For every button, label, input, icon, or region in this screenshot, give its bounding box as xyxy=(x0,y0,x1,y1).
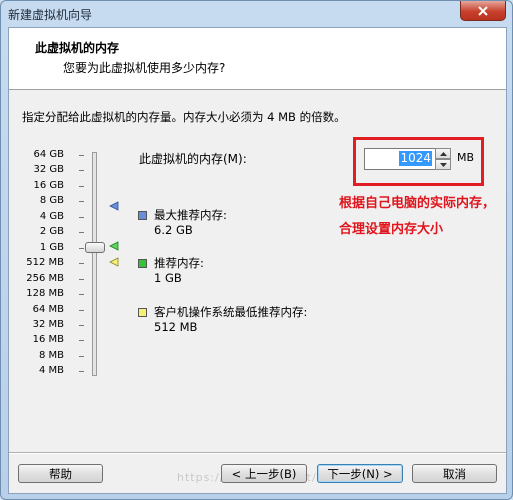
scale-label: 512 MB xyxy=(26,257,64,269)
recommended-legend-icon xyxy=(138,259,147,268)
scale-tick xyxy=(79,340,84,342)
scale-tick xyxy=(79,201,84,203)
close-button[interactable] xyxy=(460,1,506,21)
scale-label: 256 MB xyxy=(26,272,64,284)
window-title: 新建虚拟机向导 xyxy=(8,8,93,22)
max-recommended-marker-icon xyxy=(109,201,119,211)
scale-label: 8 MB xyxy=(38,349,64,361)
memory-slider-track[interactable] xyxy=(92,152,97,376)
minimum-recommended-value: 512 MB xyxy=(154,320,198,334)
memory-slider-thumb[interactable] xyxy=(85,242,105,253)
scale-tick xyxy=(79,355,84,357)
recommended-marker-icon xyxy=(109,241,119,251)
help-button[interactable]: 帮助 xyxy=(18,464,103,483)
scale-label: 4 GB xyxy=(39,210,64,222)
scale-label: 64 GB xyxy=(33,149,64,160)
scale-tick xyxy=(79,155,84,156)
scale-label: 2 GB xyxy=(39,226,64,238)
scale-label: 32 GB xyxy=(33,164,64,176)
wizard-header: 此虚拟机的内存 您要为此虚拟机使用多少内存? xyxy=(9,28,506,90)
minimum-recommended-legend-icon xyxy=(138,308,147,317)
wizard-client-area: 此虚拟机的内存 您要为此虚拟机使用多少内存? 指定分配给此虚拟机的内存量。内存大… xyxy=(8,27,507,494)
annotation-text: 根据自己电脑的实际内存，合理设置内存大小 xyxy=(339,196,496,237)
scale-tick xyxy=(79,371,84,373)
minimum-recommended-marker-icon xyxy=(109,257,119,267)
scale-tick xyxy=(79,278,84,280)
next-button[interactable]: 下一步(N) > xyxy=(317,464,403,483)
scale-tick xyxy=(79,216,84,218)
description-text: 指定分配给此虚拟机的内存量。内存大小必须为 4 MB 的倍数。 xyxy=(22,110,346,124)
scale-tick xyxy=(79,324,84,326)
scale-label: 1 GB xyxy=(39,241,64,253)
scale-label: 4 MB xyxy=(38,365,64,377)
scale-label: 16 MB xyxy=(32,334,64,346)
close-icon xyxy=(478,5,488,16)
cancel-button[interactable]: 取消 xyxy=(412,464,497,483)
scale-tick xyxy=(79,170,84,172)
scale-tick xyxy=(79,185,84,187)
page-subtitle: 您要为此虚拟机使用多少内存? xyxy=(63,61,226,75)
minimum-recommended-label: 客户机操作系统最低推荐内存: xyxy=(154,305,308,319)
scale-label: 64 MB xyxy=(32,303,64,315)
scale-tick xyxy=(79,294,84,296)
memory-field-label: 此虚拟机的内存(M): xyxy=(139,152,247,166)
max-recommended-value: 6.2 GB xyxy=(154,223,193,237)
max-recommended-label: 最大推荐内存: xyxy=(154,208,227,222)
back-button[interactable]: < 上一步(B) xyxy=(221,464,307,483)
scale-tick xyxy=(79,232,84,234)
recommended-label: 推荐内存: xyxy=(154,256,204,270)
scale-tick xyxy=(79,247,84,249)
wizard-window: 新建虚拟机向导 此虚拟机的内存 您要为此虚拟机使用多少内存? 指定分配给此虚拟机… xyxy=(0,0,513,500)
page-title: 此虚拟机的内存 xyxy=(35,41,120,55)
scale-label: 16 GB xyxy=(33,179,64,191)
max-recommended-legend-icon xyxy=(138,211,147,220)
scale-label: 8 GB xyxy=(39,195,64,207)
scale-label: 32 MB xyxy=(32,318,64,330)
recommended-value: 1 GB xyxy=(154,271,182,285)
scale-tick xyxy=(79,309,84,311)
footer-divider xyxy=(9,452,506,453)
scale-tick xyxy=(79,263,84,265)
annotation-highlight-box xyxy=(353,137,484,186)
scale-label: 128 MB xyxy=(26,288,64,300)
title-bar[interactable]: 新建虚拟机向导 xyxy=(1,1,512,27)
